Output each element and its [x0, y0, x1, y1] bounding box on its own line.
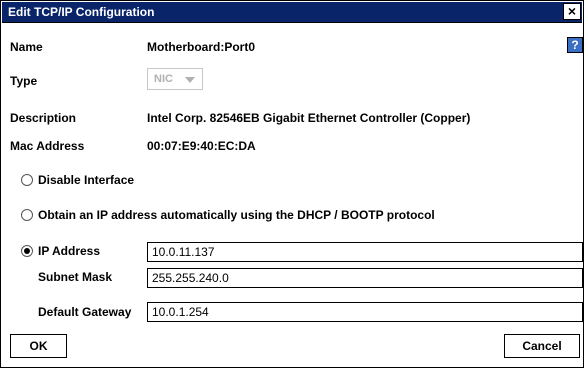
subnet-mask-label: Subnet Mask: [38, 270, 113, 284]
close-button[interactable]: ×: [563, 3, 581, 20]
ip-address-radio[interactable]: [21, 245, 33, 257]
name-label: Name: [10, 40, 43, 54]
mac-address-value: 00:07:E9:40:EC:DA: [147, 139, 256, 153]
default-gateway-input[interactable]: 10.0.1.254: [147, 302, 583, 322]
ip-address-input[interactable]: 10.0.11.137: [147, 242, 583, 262]
title-bar[interactable]: Edit TCP/IP Configuration ×: [2, 2, 582, 23]
type-label: Type: [10, 74, 38, 88]
ok-button[interactable]: OK: [10, 334, 67, 358]
subnet-mask-input[interactable]: 255.255.240.0: [147, 268, 583, 288]
help-icon[interactable]: ?: [567, 37, 583, 53]
description-value: Intel Corp. 82546EB Gigabit Ethernet Con…: [147, 111, 471, 125]
tcpip-dialog: Edit TCP/IP Configuration × Name Motherb…: [0, 0, 584, 368]
ip-address-label[interactable]: IP Address: [38, 244, 100, 258]
dhcp-label[interactable]: Obtain an IP address automatically using…: [38, 208, 435, 222]
chevron-down-icon: [185, 77, 195, 83]
mac-address-label: Mac Address: [10, 139, 85, 153]
disable-interface-radio[interactable]: [21, 174, 33, 186]
radio-selected-dot: [24, 248, 30, 254]
description-label: Description: [10, 111, 77, 125]
default-gateway-label: Default Gateway: [38, 305, 132, 319]
type-dropdown[interactable]: NIC: [147, 68, 203, 90]
dialog-title: Edit TCP/IP Configuration: [8, 5, 155, 19]
name-value: Motherboard:Port0: [147, 40, 255, 54]
dhcp-radio[interactable]: [21, 209, 33, 221]
disable-interface-label[interactable]: Disable Interface: [38, 173, 134, 187]
cancel-button[interactable]: Cancel: [504, 334, 580, 358]
type-dropdown-value: NIC: [154, 73, 173, 85]
